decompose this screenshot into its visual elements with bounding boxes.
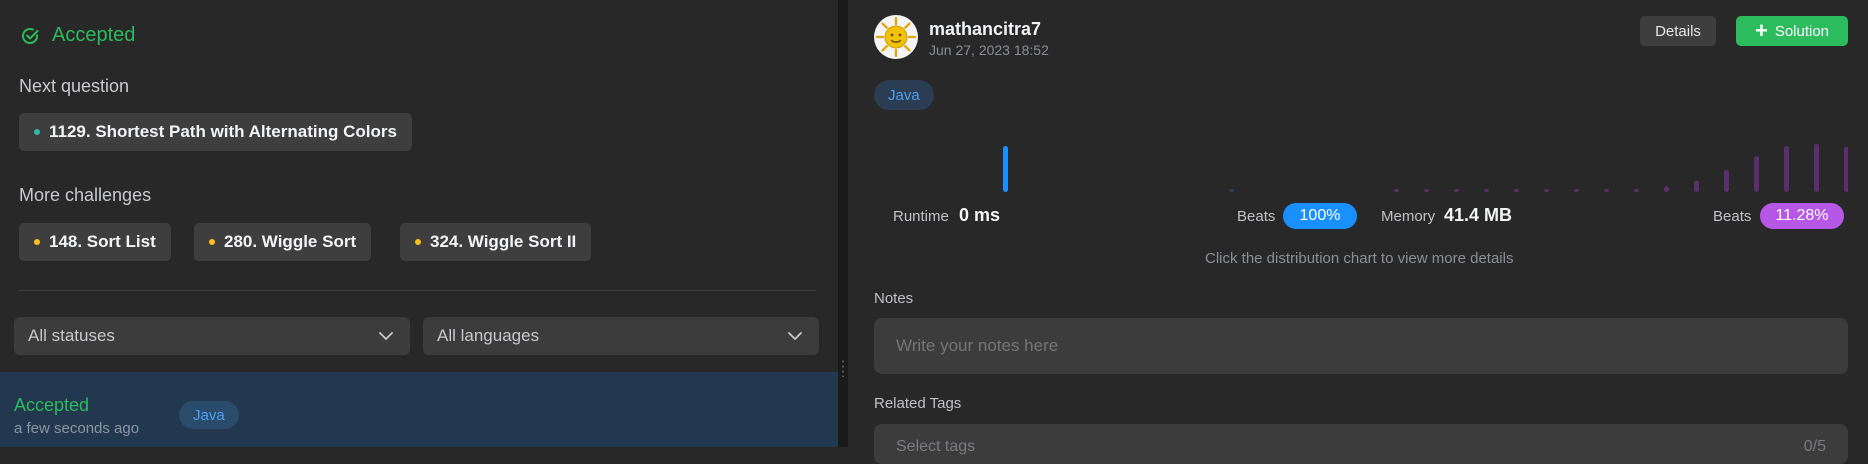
- panel-splitter[interactable]: [838, 0, 848, 447]
- language-filter-select[interactable]: All languages: [423, 317, 819, 355]
- sun-avatar-icon: [875, 16, 917, 58]
- status-filter-value: All statuses: [28, 326, 115, 345]
- memory-dist-bar[interactable]: [1814, 143, 1819, 192]
- language-filter-value: All languages: [437, 326, 540, 345]
- memory-dist-bar[interactable]: [1724, 169, 1729, 192]
- runtime-value: 0 ms: [959, 205, 1001, 225]
- memory-dist-bar[interactable]: [1514, 189, 1519, 192]
- chevron-down-icon: [379, 332, 393, 340]
- chart-hint: Click the distribution chart to view mor…: [1205, 250, 1514, 267]
- challenge-chip[interactable]: 148. Sort List: [19, 223, 171, 261]
- solution-button[interactable]: + Solution: [1736, 16, 1848, 46]
- accepted-header: Accepted: [20, 24, 135, 47]
- difficulty-dot: [415, 239, 421, 245]
- related-tags-label: Related Tags: [874, 395, 962, 412]
- memory-dist-bar[interactable]: [1484, 189, 1489, 192]
- memory-dist-bar[interactable]: [1424, 189, 1429, 192]
- tags-placeholder: Select tags: [896, 438, 976, 455]
- tags-select[interactable]: Select tags 0/5: [874, 424, 1848, 464]
- runtime-dist-bar[interactable]: [1003, 146, 1008, 192]
- memory-dist-bar[interactable]: [1694, 180, 1699, 193]
- runtime-label: Runtime: [893, 208, 949, 225]
- memory-beats-label: Beats: [1713, 208, 1752, 225]
- next-question-chip[interactable]: 1129. Shortest Path with Alternating Col…: [19, 113, 412, 151]
- result-label: Accepted: [52, 24, 136, 46]
- memory-dist-bar[interactable]: [1454, 189, 1459, 192]
- next-question-heading: Next question: [19, 76, 130, 96]
- more-challenges-heading: More challenges: [19, 185, 152, 205]
- difficulty-dot: [209, 239, 215, 245]
- difficulty-dot: [34, 129, 40, 135]
- details-button[interactable]: Details: [1640, 16, 1716, 46]
- plus-icon: +: [1754, 18, 1768, 43]
- notes-input[interactable]: [874, 318, 1848, 374]
- memory-value: 41.4 MB: [1444, 205, 1513, 225]
- runtime-beats-badge: 100%: [1283, 203, 1357, 229]
- solution-button-label: Solution: [1774, 22, 1830, 40]
- difficulty-dot: [34, 239, 40, 245]
- runtime-dist-bar[interactable]: [1229, 189, 1234, 192]
- submission-time: a few seconds ago: [14, 420, 140, 437]
- check-circle-icon: [22, 27, 39, 44]
- submission-status: Accepted: [14, 395, 90, 415]
- memory-label: Memory: [1381, 208, 1436, 225]
- submission-date: Jun 27, 2023 18:52: [929, 42, 1049, 58]
- chip-label: 1129. Shortest Path with Alternating Col…: [49, 122, 397, 141]
- memory-dist-bar[interactable]: [1844, 146, 1848, 192]
- memory-dist-bar[interactable]: [1784, 146, 1789, 192]
- language-badge: Java: [874, 80, 934, 110]
- chevron-down-icon: [788, 332, 802, 340]
- distribution-chart[interactable]: [874, 130, 1848, 200]
- submission-language-badge: Java: [179, 401, 239, 429]
- memory-dist-bar[interactable]: [1754, 156, 1759, 192]
- status-filter-select[interactable]: All statuses: [14, 317, 410, 355]
- memory-dist-bar[interactable]: [1574, 189, 1579, 192]
- tags-count: 0/5: [1803, 438, 1826, 455]
- avatar[interactable]: [874, 15, 918, 59]
- memory-dist-bar[interactable]: [1664, 186, 1669, 192]
- notes-label: Notes: [874, 290, 914, 307]
- memory-dist-bar[interactable]: [1634, 189, 1639, 192]
- challenge-chip[interactable]: 280. Wiggle Sort: [194, 223, 372, 261]
- chip-label: 324. Wiggle Sort II: [430, 232, 577, 251]
- memory-dist-bar[interactable]: [1604, 189, 1609, 192]
- drag-handle-icon[interactable]: [842, 359, 844, 377]
- memory-beats-badge: 11.28%: [1760, 203, 1844, 229]
- username[interactable]: mathancitra7: [929, 19, 1041, 40]
- challenge-chip[interactable]: 324. Wiggle Sort II: [400, 223, 592, 261]
- divider: [19, 290, 816, 291]
- chip-label: 148. Sort List: [49, 232, 156, 251]
- chip-label: 280. Wiggle Sort: [224, 232, 357, 251]
- memory-dist-bar[interactable]: [1394, 189, 1399, 192]
- memory-dist-bar[interactable]: [1544, 189, 1549, 192]
- runtime-beats-label: Beats: [1237, 208, 1276, 225]
